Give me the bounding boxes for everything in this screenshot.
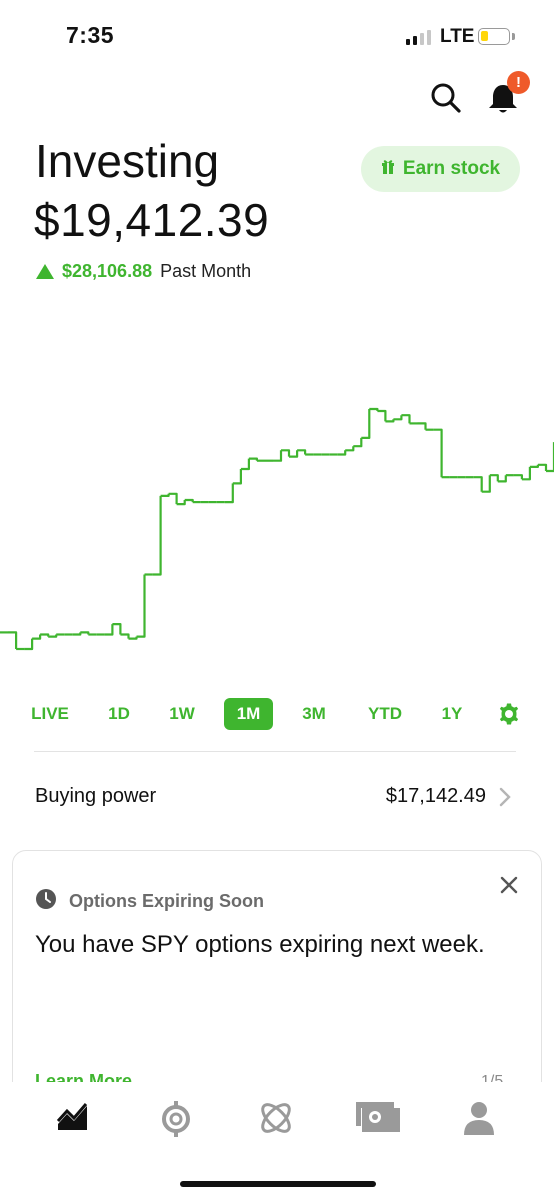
card-header: Options Expiring Soon (35, 888, 264, 915)
change-period: Past Month (160, 261, 252, 281)
chart-line-segment (152, 495, 162, 576)
chart-line-segment (281, 449, 291, 457)
gift-icon (381, 158, 395, 180)
card-message: You have SPY options expiring next week. (35, 931, 485, 958)
chart-line-segment (497, 475, 507, 483)
home-indicator (180, 1181, 376, 1187)
chart-line-segment (473, 476, 483, 492)
chart-line-segment (248, 457, 258, 461)
chart-line-segment (224, 483, 234, 504)
options-expiring-card[interactable]: Options Expiring Soon You have SPY optio… (12, 850, 542, 1110)
close-icon[interactable] (499, 875, 519, 900)
chart-line-segment (377, 409, 387, 422)
time-range-selector: LIVE 1D 1W 1M 3M YTD 1Y (0, 698, 554, 732)
buying-power-label[interactable]: Buying power (35, 785, 156, 808)
status-time: 7:35 (66, 22, 115, 48)
chart-line-segment (24, 638, 34, 651)
up-arrow-icon (36, 264, 54, 279)
chart-line-segment (240, 458, 250, 471)
tab-crypto-icon[interactable] (160, 1100, 192, 1143)
chart-line-segment (345, 446, 355, 452)
range-1y[interactable]: 1Y (432, 698, 472, 730)
chart-line-segment (417, 422, 427, 430)
chart-line-segment (273, 450, 283, 462)
chart-line-segment (112, 623, 122, 635)
chart-line-segment (120, 633, 130, 639)
chart-line-segment (433, 428, 443, 478)
chart-line-segment (8, 631, 18, 649)
chart-line-segment (32, 634, 42, 640)
chart-line-segment (401, 414, 411, 424)
range-live[interactable]: LIVE (20, 698, 80, 730)
chart-line-segment (136, 574, 146, 638)
change-value: $28,106.88 (62, 261, 153, 281)
chart-line-segment (489, 474, 499, 482)
chart-line-segment (537, 463, 548, 471)
notification-badge: ! (507, 71, 530, 94)
chart-line-segment (385, 419, 395, 423)
chart-line-segment (128, 636, 138, 640)
chart-line-segment (513, 474, 523, 480)
battery-icon (478, 28, 510, 45)
chart-settings-gear-icon[interactable] (497, 702, 521, 731)
battery-tip (512, 33, 515, 40)
chevron-right-icon[interactable] (498, 786, 512, 813)
portfolio-balance: $19,412.39 (34, 194, 270, 246)
tab-cash-icon[interactable] (354, 1100, 405, 1139)
tab-discover-icon[interactable] (258, 1100, 294, 1141)
earn-stock-label: Earn stock (402, 158, 501, 179)
chart-line-segment (184, 498, 194, 503)
tab-account-icon[interactable] (463, 1100, 495, 1141)
chart-line-segment (48, 634, 58, 638)
range-1m[interactable]: 1M (224, 698, 273, 730)
chart-line-segment (104, 624, 114, 636)
chart-line-segment (80, 631, 90, 635)
chart-line-segment (369, 407, 379, 411)
chart-line-segment (72, 632, 82, 636)
chart-line-segment (393, 415, 403, 421)
chart-line-segment (40, 633, 50, 637)
signal-icon (406, 30, 431, 45)
network-label: LTE (440, 26, 475, 47)
chart-line-segment (176, 500, 186, 506)
chart-line-segment (289, 450, 299, 458)
earn-stock-button[interactable]: Earn stock (361, 146, 520, 192)
chart-line-segment (361, 409, 371, 439)
chart-line-segment (521, 466, 531, 481)
divider (34, 751, 516, 752)
tab-portfolio-chart-icon[interactable] (56, 1100, 90, 1139)
chart-line-segment (529, 464, 539, 468)
page-title: Investing (35, 135, 220, 187)
chart-line-segment (168, 492, 178, 505)
buying-power-value[interactable]: $17,142.49 (340, 785, 486, 808)
chart-line-segment (232, 469, 242, 485)
chart-line-segment (337, 450, 347, 456)
portfolio-chart[interactable] (0, 370, 554, 690)
search-icon[interactable] (430, 82, 462, 119)
clock-icon (35, 888, 57, 915)
range-1w[interactable]: 1W (158, 698, 206, 730)
portfolio-change: $28,106.88 Past Month (36, 261, 251, 282)
chart-line-segment (160, 493, 170, 497)
card-title: Options Expiring Soon (69, 891, 264, 911)
chart-line-segment (353, 437, 363, 448)
range-3m[interactable]: 3M (292, 698, 336, 730)
chart-line-segment (546, 442, 554, 473)
chart-line-segment (297, 449, 307, 455)
range-1d[interactable]: 1D (96, 698, 142, 730)
chart-line-segment (481, 475, 491, 493)
range-ytd[interactable]: YTD (358, 698, 412, 730)
